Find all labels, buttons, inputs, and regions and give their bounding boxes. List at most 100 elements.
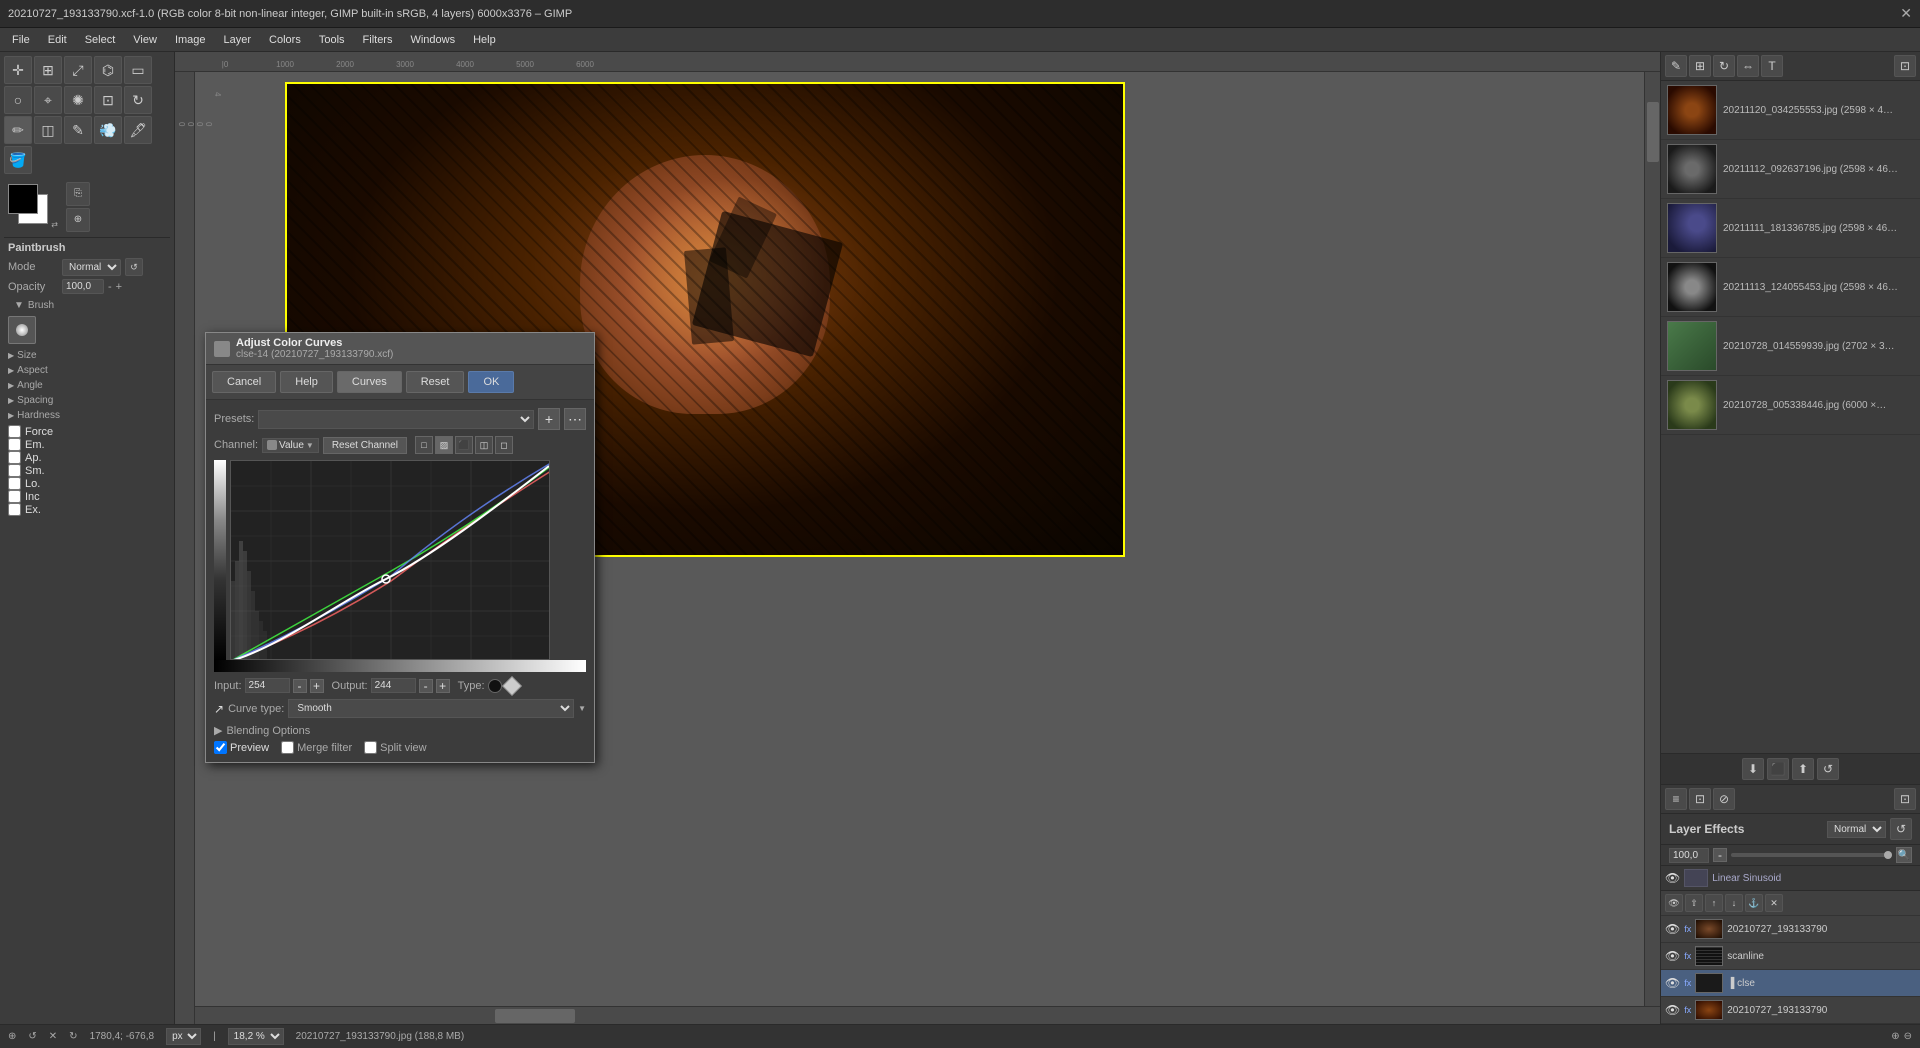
presets-menu-button[interactable]: ⋯ — [564, 408, 586, 430]
tool-align[interactable]: ⊞ — [34, 56, 62, 84]
panel-expand-icon[interactable]: ⊡ — [1894, 55, 1916, 77]
opacity-plus[interactable]: + — [116, 281, 122, 293]
channel-icon-linear1[interactable]: ◫ — [475, 436, 493, 454]
curve-type-select[interactable]: Smooth Linear — [288, 699, 574, 718]
tool-warp[interactable]: ⌬ — [94, 56, 122, 84]
menu-colors[interactable]: Colors — [261, 32, 309, 48]
channel-value-display[interactable]: Value ▼ — [262, 438, 319, 453]
panel-tool-rotate[interactable]: ↻ — [1713, 55, 1735, 77]
lock-checkbox[interactable] — [8, 477, 21, 490]
reset-button[interactable]: Reset — [406, 371, 465, 393]
layer-mode-select[interactable]: Normal — [1827, 821, 1886, 838]
emit-checkbox[interactable] — [8, 438, 21, 451]
tool-move[interactable]: ✛ — [4, 56, 32, 84]
tool-eraser[interactable]: ◫ — [34, 116, 62, 144]
brush-preview[interactable] — [8, 316, 36, 344]
menu-file[interactable]: File — [4, 32, 38, 48]
menu-filters[interactable]: Filters — [355, 32, 401, 48]
thumbnail-item-3[interactable]: 20211111_181336785.jpg (2598 × 46… — [1661, 199, 1920, 258]
force-checkbox[interactable] — [8, 425, 21, 438]
menu-view[interactable]: View — [125, 32, 165, 48]
layer-link-toggle[interactable]: ⇧ — [1685, 894, 1703, 912]
thumbnail-item-2[interactable]: 20211112_092637196.jpg (2598 × 46… — [1661, 140, 1920, 199]
inc-checkbox[interactable] — [8, 490, 21, 503]
reset-channel-button[interactable]: Reset Channel — [323, 437, 407, 454]
smooth-checkbox[interactable] — [8, 464, 21, 477]
aspect-section[interactable]: ▶ Aspect — [8, 363, 166, 378]
thumbnail-item-1[interactable]: 20211120_034255553.jpg (2598 × 4… — [1661, 81, 1920, 140]
layer-up-button[interactable]: ↑ — [1705, 894, 1723, 912]
layer-4-visibility-icon[interactable]: 👁 — [1665, 1003, 1680, 1017]
tool-ellipse-select[interactable]: ○ — [4, 86, 32, 114]
apply-checkbox[interactable] — [8, 451, 21, 464]
menu-help[interactable]: Help — [465, 32, 504, 48]
channel-icon-black[interactable]: ⬛ — [455, 436, 473, 454]
layer-anchor-button[interactable]: ⚓ — [1745, 894, 1763, 912]
color-selector[interactable]: ⇄ — [8, 184, 58, 229]
panel-delete-icon[interactable]: ⬛ — [1767, 758, 1789, 780]
menu-tools[interactable]: Tools — [311, 32, 353, 48]
tool-rotate[interactable]: ↻ — [124, 86, 152, 114]
tool-heal[interactable]: ⊕ — [66, 208, 90, 232]
ok-button[interactable]: OK — [468, 371, 514, 393]
channel-icon-white[interactable]: □ — [415, 436, 433, 454]
curves-tab-button[interactable]: Curves — [337, 371, 402, 393]
tool-paintbrush[interactable]: ✏ — [4, 116, 32, 144]
layers-expand-icon[interactable]: ⊡ — [1894, 788, 1916, 810]
split-view-label[interactable]: Split view — [364, 741, 426, 754]
layer-opacity-slider[interactable] — [1731, 853, 1892, 857]
input-increment[interactable]: + — [310, 679, 324, 693]
help-button[interactable]: Help — [280, 371, 333, 393]
panel-tool-text[interactable]: T — [1761, 55, 1783, 77]
mode-select[interactable]: Normal — [62, 259, 121, 276]
channel-icon-gray[interactable]: ▨ — [435, 436, 453, 454]
menu-image[interactable]: Image — [167, 32, 214, 48]
statusbar-left-icon[interactable]: ⊕ — [8, 1031, 16, 1042]
panel-tool-grid[interactable]: ⊞ — [1689, 55, 1711, 77]
brush-section-header[interactable]: ▼ Brush — [8, 297, 166, 314]
layer-mode-reset-icon[interactable]: ↺ — [1890, 818, 1912, 840]
cancel-button[interactable]: Cancel — [212, 371, 276, 393]
preview-checkbox[interactable] — [214, 741, 227, 754]
input-decrement[interactable]: - — [293, 679, 307, 693]
layer-row-2[interactable]: 👁 fx scanline — [1661, 943, 1920, 970]
layers-icon[interactable]: ≡ — [1665, 788, 1687, 810]
split-view-checkbox[interactable] — [364, 741, 377, 754]
presets-add-button[interactable]: + — [538, 408, 560, 430]
layer-row-3[interactable]: 👁 fx ▐ clse — [1661, 970, 1920, 997]
output-value[interactable] — [371, 678, 416, 693]
statusbar-redo-icon[interactable]: ↻ — [69, 1031, 77, 1042]
panel-download-icon[interactable]: ⬇ — [1742, 758, 1764, 780]
vertical-scrollbar[interactable] — [1644, 72, 1660, 1006]
menu-edit[interactable]: Edit — [40, 32, 75, 48]
layer-item-tools[interactable]: 👁 ⇧ ↑ ↓ ⚓ ✕ — [1661, 891, 1920, 916]
panel-refresh-icon[interactable]: ↺ — [1817, 758, 1839, 780]
horizontal-scrollbar[interactable] — [195, 1006, 1660, 1024]
statusbar-undo-icon[interactable]: ↺ — [28, 1031, 36, 1042]
thumbnail-item-4[interactable]: 20211113_124055453.jpg (2598 × 46… — [1661, 258, 1920, 317]
layer-row-4[interactable]: 👁 fx 20210727_193133790 — [1661, 997, 1920, 1024]
tool-ink[interactable]: 🖋 — [124, 116, 152, 144]
curves-main-area[interactable] — [230, 460, 586, 660]
tool-airbrush[interactable]: 💨 — [94, 116, 122, 144]
mode-reset-icon[interactable]: ↺ — [125, 258, 143, 276]
layer-opacity-input[interactable] — [1669, 848, 1709, 863]
layer-3-visibility-icon[interactable]: 👁 — [1665, 976, 1680, 990]
menu-select[interactable]: Select — [77, 32, 124, 48]
layer-row-1[interactable]: 👁 fx 20210727_193133790 — [1661, 916, 1920, 943]
channels-icon[interactable]: ⊡ — [1689, 788, 1711, 810]
close-button[interactable]: ✕ — [1900, 5, 1912, 22]
panel-tool-pencil[interactable]: ✎ — [1665, 55, 1687, 77]
opacity-minus[interactable]: - — [108, 281, 112, 293]
exp-checkbox[interactable] — [8, 503, 21, 516]
layer-opacity-decrement[interactable]: - — [1713, 848, 1727, 862]
presets-select[interactable] — [258, 410, 534, 429]
tool-pencil[interactable]: ✎ — [64, 116, 92, 144]
layer-search-icon[interactable]: 🔍 — [1896, 847, 1912, 863]
tool-free-select[interactable]: ⌖ — [34, 86, 62, 114]
curves-canvas-wrapper[interactable] — [214, 460, 586, 672]
panel-tool-flip[interactable]: ⇔ — [1737, 55, 1759, 77]
curves-svg[interactable] — [230, 460, 550, 660]
layer-down-button[interactable]: ↓ — [1725, 894, 1743, 912]
layer-item-fx[interactable]: 👁 Linear Sinusoid — [1661, 866, 1920, 891]
